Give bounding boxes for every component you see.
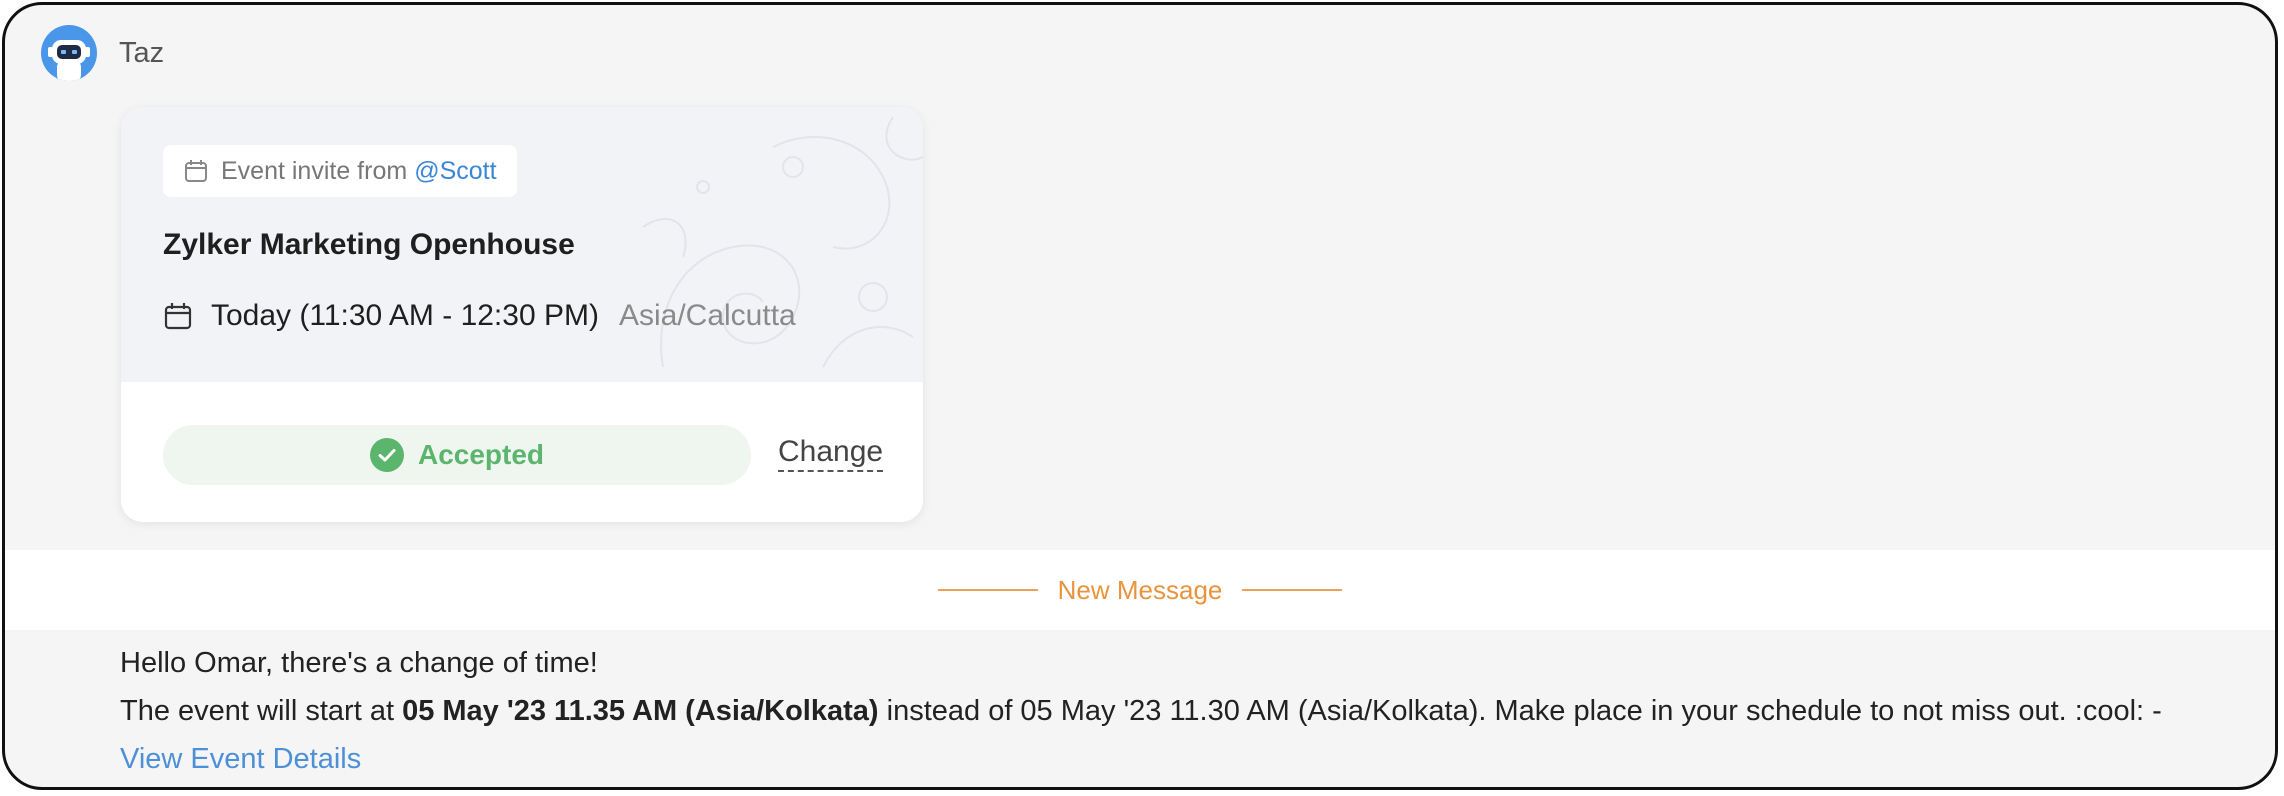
event-invite-card: Event invite from @Scott Zylker Marketin…: [121, 107, 923, 522]
organizer-mention[interactable]: @Scott: [414, 157, 496, 186]
chat-window: Taz Event invite from @Scott Zylker Mark…: [2, 2, 2278, 790]
new-message-label: New Message: [1057, 574, 1223, 605]
event-title: Zylker Marketing Openhouse: [163, 228, 575, 261]
divider-line-right: [1242, 589, 1343, 591]
status-label: Accepted: [417, 439, 545, 470]
new-message-divider: New Message: [5, 550, 2275, 630]
message-greeting: Hello Omar, there's a change of time!: [120, 647, 598, 679]
message-body: Hello Omar, there's a change of time! Th…: [120, 639, 2162, 783]
bot-name[interactable]: Taz: [119, 37, 164, 70]
view-event-details-link[interactable]: View Event Details: [120, 743, 361, 775]
new-start-time: 05 May '23 11.35 AM (Asia/Kolkata): [402, 695, 879, 727]
message-header: Taz: [41, 25, 164, 81]
decorative-pattern: [642, 116, 923, 368]
invite-prefix: Event invite from: [221, 156, 408, 185]
event-time-row: Today (11:30 AM - 12:30 PM) Asia/Calcutt…: [163, 299, 796, 333]
message-detail-suffix: instead of 05 May '23 11.30 AM (Asia/Kol…: [878, 695, 2162, 727]
event-invite-tag: Event invite from @Scott: [163, 145, 517, 197]
robot-icon[interactable]: [41, 25, 97, 81]
calendar-icon: [183, 158, 209, 184]
calendar-icon: [163, 301, 193, 331]
message-detail-prefix: The event will start at: [120, 695, 403, 727]
accepted-status-badge: Accepted: [163, 425, 751, 485]
divider-line-left: [937, 589, 1038, 591]
check-circle-icon: [369, 438, 404, 472]
card-actions: Accepted Change: [121, 382, 923, 522]
event-time: Today (11:30 AM - 12:30 PM): [211, 299, 599, 332]
card-header: Event invite from @Scott Zylker Marketin…: [121, 107, 923, 382]
message-detail: The event will start at 05 May '23 11.35…: [120, 687, 2162, 735]
event-timezone: Asia/Calcutta: [618, 299, 796, 332]
change-response-link[interactable]: Change: [778, 434, 884, 472]
